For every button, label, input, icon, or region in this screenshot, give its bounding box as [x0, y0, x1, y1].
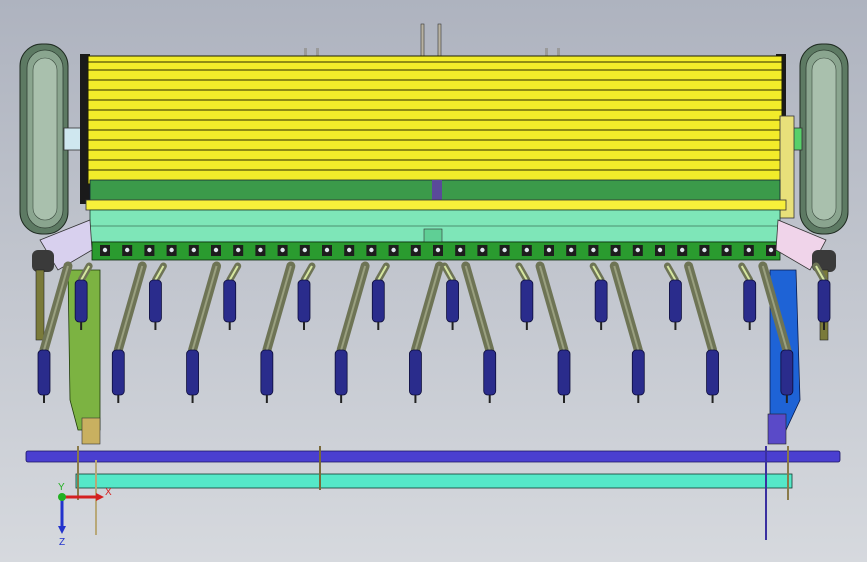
- opener-boot: [371, 279, 385, 323]
- opener-boot: [223, 279, 237, 323]
- opener-boot: [817, 279, 831, 323]
- seed-tube-highlight: [117, 265, 144, 351]
- left-side-frame[interactable]: [32, 219, 101, 445]
- furrow-opener[interactable]: [260, 261, 296, 403]
- furrow-opener[interactable]: [334, 261, 370, 403]
- opener-boot: [260, 349, 274, 396]
- opener-boot: [669, 279, 682, 323]
- feed-cup-hole: [391, 247, 396, 253]
- feed-cup-hole: [435, 247, 441, 253]
- furrow-opener[interactable]: [111, 261, 147, 403]
- opener-boot: [446, 279, 459, 323]
- seed-tube-highlight: [191, 265, 218, 351]
- cad-viewport[interactable]: X Y Z: [0, 0, 867, 562]
- feed-cup-hole: [746, 247, 751, 253]
- top-rods: [304, 23, 560, 60]
- seed-tube-highlight: [43, 265, 69, 351]
- feed-cup-hole: [280, 247, 285, 253]
- furrow-opener[interactable]: [535, 261, 571, 403]
- z-axis-label: Z: [59, 537, 65, 548]
- opener-boot: [334, 349, 348, 396]
- feed-cup-hole: [768, 247, 774, 253]
- opener-boot: [409, 349, 422, 396]
- furrow-opener[interactable]: [589, 262, 608, 330]
- z-axis-arrowhead: [58, 526, 66, 534]
- feed-cup-hole: [413, 247, 418, 253]
- feed-cup-hole: [724, 247, 729, 253]
- opener-boot: [186, 349, 199, 396]
- furrow-opener[interactable]: [441, 262, 459, 330]
- opener-boot: [594, 279, 608, 323]
- furrow-opener[interactable]: [515, 262, 534, 330]
- furrow-opener[interactable]: [684, 261, 719, 403]
- furrow-openers[interactable]: [37, 261, 831, 403]
- feed-cup-hole: [680, 247, 685, 253]
- opener-boot: [483, 349, 497, 396]
- seed-tube-highlight: [265, 265, 292, 351]
- opener-boot: [743, 279, 757, 323]
- feed-cup-hole: [480, 247, 485, 253]
- feed-cup-hole: [635, 247, 640, 253]
- feed-cup-hole: [147, 247, 152, 253]
- furrow-opener[interactable]: [223, 262, 242, 330]
- feed-cup-hole: [191, 247, 196, 253]
- feed-cup-hole: [524, 247, 529, 253]
- feed-cup-hole: [347, 247, 352, 253]
- opener-boot: [149, 279, 162, 323]
- feed-shaft[interactable]: [91, 241, 781, 261]
- x-axis-label: X: [105, 487, 112, 498]
- opener-boot: [780, 349, 794, 396]
- feed-cup-hole: [169, 247, 174, 253]
- feed-cup-hole: [613, 247, 618, 253]
- seed-tube-highlight: [539, 265, 565, 351]
- seed-tube-highlight: [414, 265, 441, 351]
- coordinate-triad: X Y Z: [58, 482, 112, 548]
- seed-box[interactable]: [85, 179, 787, 244]
- feed-cup-hole: [213, 247, 219, 253]
- opener-boot: [37, 349, 51, 396]
- opener-boot: [111, 349, 125, 396]
- opener-boot: [706, 349, 719, 396]
- feed-cup-hole: [302, 247, 307, 253]
- x-axis-arrowhead: [96, 493, 104, 501]
- feed-cup-hole: [258, 247, 263, 253]
- feed-cup-hole: [657, 247, 663, 253]
- right-wheel[interactable]: [785, 43, 849, 235]
- seed-tube-highlight: [340, 265, 367, 351]
- feed-cup-hole: [502, 247, 507, 253]
- opener-boot: [520, 279, 534, 323]
- furrow-opener[interactable]: [663, 262, 682, 330]
- left-wheel[interactable]: [19, 43, 91, 235]
- furrow-opener[interactable]: [149, 262, 167, 330]
- feed-cup-hole: [702, 247, 707, 253]
- opener-boot: [297, 279, 311, 323]
- feed-cup-hole: [458, 247, 463, 253]
- seed-drill-model[interactable]: X Y Z: [0, 0, 867, 562]
- furrow-opener[interactable]: [371, 262, 390, 330]
- furrow-opener[interactable]: [409, 261, 444, 403]
- seed-tube-highlight: [464, 265, 491, 351]
- feed-cup-hole: [236, 247, 241, 253]
- y-axis-dot: [58, 493, 66, 501]
- feed-cup-hole: [569, 247, 574, 253]
- feed-cup-hole: [102, 247, 108, 253]
- seed-tube-highlight: [613, 265, 640, 351]
- seed-tube-highlight: [687, 265, 714, 351]
- feed-cup-hole: [546, 247, 552, 253]
- feed-cup-hole: [125, 247, 130, 253]
- y-axis-label: Y: [58, 482, 65, 493]
- furrow-opener[interactable]: [609, 261, 645, 403]
- feed-cup-hole: [324, 247, 330, 253]
- feed-cup-hole: [369, 247, 374, 253]
- furrow-opener[interactable]: [186, 261, 222, 403]
- opener-boot: [557, 349, 571, 396]
- opener-boot: [631, 349, 645, 396]
- furrow-opener[interactable]: [738, 262, 757, 330]
- furrow-opener[interactable]: [297, 262, 316, 330]
- marker-bar[interactable]: [25, 446, 841, 540]
- feed-cup-hole: [591, 247, 596, 253]
- opener-boot: [74, 279, 88, 323]
- furrow-opener[interactable]: [461, 261, 497, 403]
